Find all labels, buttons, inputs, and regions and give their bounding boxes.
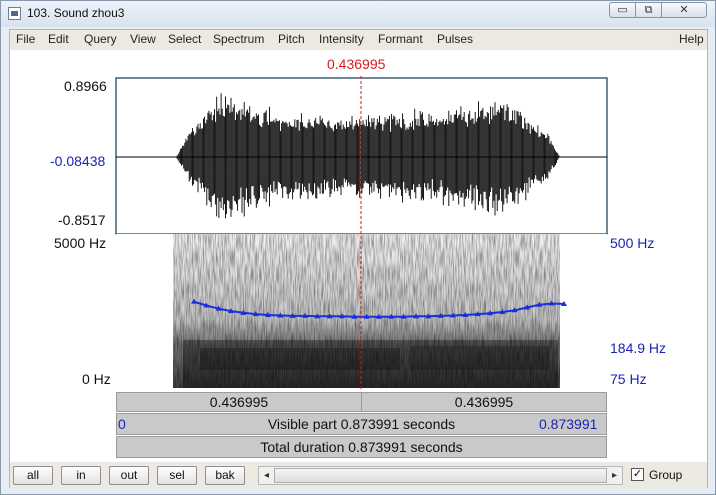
scroll-left-icon[interactable]: ◂ (259, 467, 274, 484)
waveform-min-label: -0.8517 (58, 212, 106, 228)
pitch-bottom-label: 75 Hz (610, 371, 647, 387)
sound-window-icon (8, 7, 21, 20)
menu-pulses[interactable]: Pulses (437, 32, 473, 46)
segment-right[interactable]: 0.436995 (361, 392, 607, 412)
praat-sound-window: 103. Sound zhou3 ▭ ⧉ ✕ File Edit Query V… (0, 0, 716, 495)
editor-client: File Edit Query View Select Spectrum Pit… (9, 29, 708, 488)
sound-canvas[interactable]: 0.436995 0.8966 -0.08438 -0.8517 5000 Hz… (10, 50, 707, 462)
horizontal-scrollbar[interactable]: ◂ ▸ (258, 466, 623, 485)
total-duration-label: Total duration 0.873991 seconds (260, 439, 463, 455)
window-title: 103. Sound zhou3 (27, 6, 125, 20)
visible-part-bar[interactable]: Visible part 0.873991 seconds (116, 413, 607, 435)
waveform-max-label: 0.8966 (64, 78, 107, 94)
pitch-current-label: 184.9 Hz (610, 340, 667, 356)
visible-start-label: 0 (118, 416, 126, 432)
scroll-thumb[interactable] (274, 468, 607, 483)
scroll-right-icon[interactable]: ▸ (607, 467, 622, 484)
total-duration-bar[interactable]: Total duration 0.873991 seconds (116, 436, 607, 458)
menu-file[interactable]: File (16, 32, 35, 46)
zoom-selection-button[interactable]: sel (157, 466, 197, 485)
group-label: Group (649, 468, 683, 482)
waveform-zero-label: -0.08438 (50, 153, 106, 169)
group-checkbox[interactable]: ✓ (631, 468, 644, 481)
minimize-button[interactable]: ▭ (609, 2, 636, 18)
menu-view[interactable]: View (130, 32, 156, 46)
menu-edit[interactable]: Edit (48, 32, 69, 46)
spectrogram-top-frequency: 5000 Hz (54, 235, 107, 251)
visible-end-label: 0.873991 (539, 416, 598, 432)
menu-bar: File Edit Query View Select Spectrum Pit… (10, 30, 707, 51)
title-bar: 103. Sound zhou3 ▭ ⧉ ✕ (1, 1, 715, 27)
zoom-out-button[interactable]: out (109, 466, 149, 485)
zoom-in-button[interactable]: in (61, 466, 101, 485)
menu-intensity[interactable]: Intensity (319, 32, 364, 46)
menu-help[interactable]: Help (679, 32, 704, 46)
bottom-toolbar: all in out sel bak ◂ ▸ ✓ Group (10, 462, 707, 488)
visible-part-label: Visible part 0.873991 seconds (267, 416, 456, 432)
menu-query[interactable]: Query (84, 32, 117, 46)
menu-select[interactable]: Select (168, 32, 201, 46)
close-button[interactable]: ✕ (661, 2, 707, 18)
menu-pitch[interactable]: Pitch (278, 32, 305, 46)
menu-spectrum[interactable]: Spectrum (213, 32, 264, 46)
menu-formant[interactable]: Formant (378, 32, 423, 46)
cursor-time-label: 0.436995 (327, 56, 386, 72)
maximize-button[interactable]: ⧉ (635, 2, 662, 18)
show-all-button[interactable]: all (13, 466, 53, 485)
spectrogram-bottom-frequency: 0 Hz (82, 371, 111, 387)
zoom-back-button[interactable]: bak (205, 466, 245, 485)
segment-left[interactable]: 0.436995 (116, 392, 362, 412)
pitch-top-label: 500 Hz (610, 235, 655, 251)
